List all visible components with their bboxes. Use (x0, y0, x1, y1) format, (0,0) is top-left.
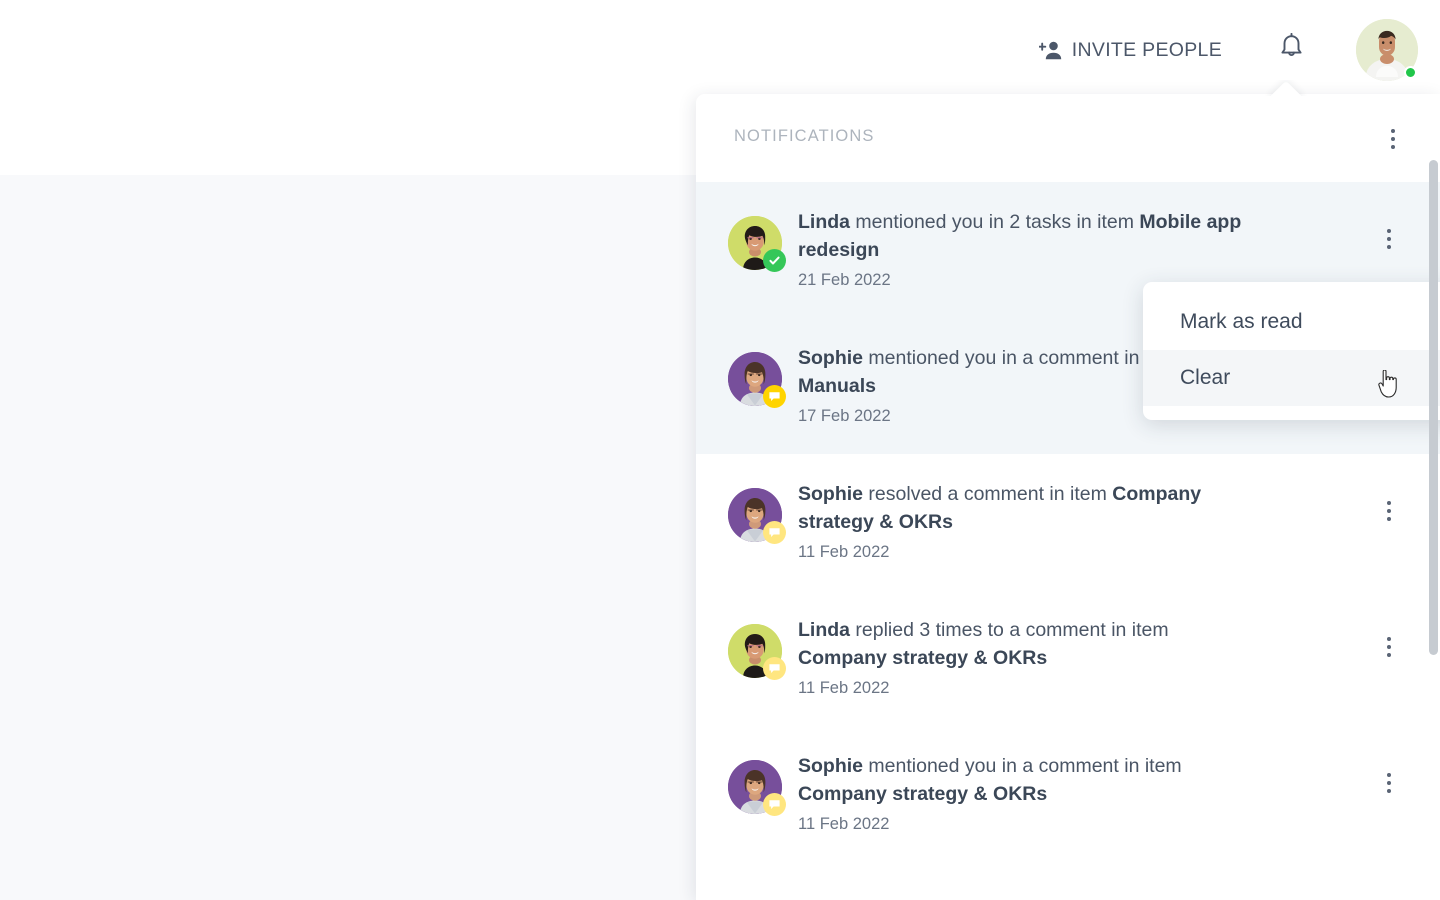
kebab-menu-icon-item[interactable] (1376, 634, 1402, 660)
notification-avatar (728, 216, 786, 272)
notification-action: mentioned you in a comment in item (863, 755, 1182, 777)
notification-date: 11 Feb 2022 (798, 543, 890, 561)
notification-text: Sophie resolved a comment in item Compan… (798, 480, 1258, 536)
notification-avatar (728, 488, 786, 544)
notification-body: Sophie resolved a comment in item Compan… (798, 480, 1328, 564)
add-person-icon (1038, 40, 1063, 60)
notification-actor: Sophie (798, 755, 864, 777)
user-avatar[interactable] (1356, 19, 1418, 81)
notification-action: replied 3 times to a comment in item (850, 619, 1169, 641)
notification-body: Sophie mentioned you in a comment in ite… (798, 752, 1328, 836)
notification-text: Linda mentioned you in 2 tasks in item M… (798, 208, 1258, 264)
check-badge-icon (763, 249, 786, 272)
notification-avatar (728, 624, 786, 680)
notification-actor: Sophie (798, 347, 864, 369)
kebab-menu-icon-item[interactable] (1376, 226, 1402, 252)
kebab-menu-icon-item[interactable] (1376, 498, 1402, 524)
notification-context-menu: Mark as read Clear (1143, 282, 1440, 420)
invite-people-label: INVITE PEOPLE (1071, 38, 1222, 61)
notification-item[interactable]: Sophie resolved a comment in item Compan… (696, 454, 1440, 590)
notification-date: 11 Feb 2022 (798, 679, 890, 697)
notification-target: Company strategy & OKRs (798, 783, 1048, 805)
notification-item[interactable]: Linda replied 3 times to a comment in it… (696, 590, 1440, 726)
online-status-dot (1404, 66, 1417, 79)
bell-icon (1278, 32, 1305, 67)
menu-item-mark-as-read[interactable]: Mark as read (1143, 294, 1440, 350)
notifications-panel: NOTIFICATIONS Linda mentioned you in 2 t… (696, 94, 1440, 900)
notifications-panel-header: NOTIFICATIONS (696, 94, 1440, 182)
panel-scrollbar-track[interactable] (1429, 160, 1440, 900)
notification-action: mentioned you in 2 tasks in item (850, 211, 1140, 233)
comment-badge-icon (763, 385, 786, 408)
panel-scrollbar-thumb[interactable] (1429, 160, 1438, 655)
notification-avatar (728, 760, 786, 816)
notification-avatar (728, 352, 786, 408)
notification-actor: Linda (798, 619, 850, 641)
notifications-bell-button[interactable] (1264, 23, 1318, 77)
notification-text: Sophie mentioned you in a comment in ite… (798, 752, 1258, 808)
notification-actor: Sophie (798, 483, 864, 505)
notification-action: resolved a comment in item (863, 483, 1113, 505)
notification-target: Company strategy & OKRs (798, 647, 1048, 669)
notification-target: Manuals (798, 375, 877, 397)
notification-text: Linda replied 3 times to a comment in it… (798, 616, 1258, 672)
comment-badge-icon (763, 793, 786, 816)
kebab-menu-icon-item[interactable] (1376, 770, 1402, 796)
notification-item[interactable]: Sophie mentioned you in a comment in ite… (696, 726, 1440, 862)
comment-badge-icon (763, 657, 786, 680)
menu-item-clear[interactable]: Clear (1143, 350, 1440, 406)
notification-date: 11 Feb 2022 (798, 815, 890, 833)
context-menu-caret (1382, 282, 1406, 295)
panel-pointer-caret (1264, 80, 1308, 96)
notification-body: Linda mentioned you in 2 tasks in item M… (798, 208, 1328, 292)
kebab-menu-icon-panel[interactable] (1378, 124, 1408, 154)
top-bar-actions: INVITE PEOPLE (1031, 19, 1418, 81)
comment-badge-icon (763, 521, 786, 544)
notifications-panel-title: NOTIFICATIONS (734, 127, 875, 145)
invite-people-button[interactable]: INVITE PEOPLE (1031, 33, 1230, 68)
notification-actor: Linda (798, 211, 850, 233)
app-root: INVITE PEOPLE NOTIFICATIONS Linda mentio… (0, 0, 1440, 900)
notification-body: Linda replied 3 times to a comment in it… (798, 616, 1328, 700)
notification-action: mentioned you in a comment in item (863, 347, 1182, 369)
